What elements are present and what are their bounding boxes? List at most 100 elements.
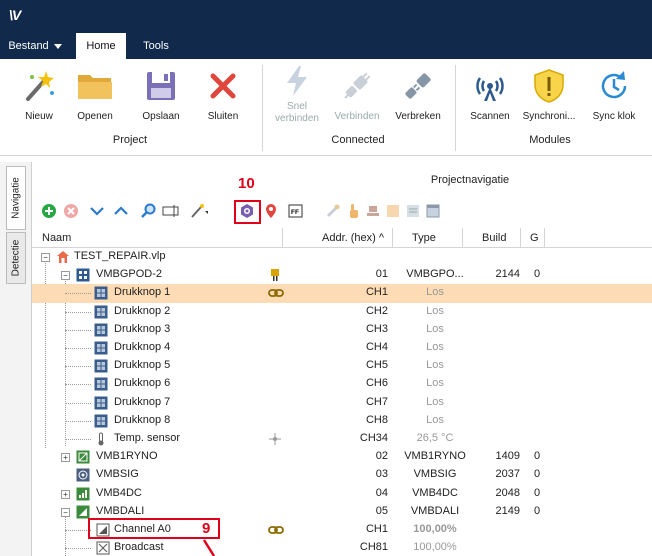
tree-row-module[interactable]: VMBSIG 03 VMBSIG 2037 0 [32,466,652,484]
tree-row-channel[interactable]: Drukknop 6 CH6 Los [32,375,652,393]
save-button[interactable]: Opslaan [138,67,184,123]
tree-line [65,329,91,331]
row-type: VMB4DC [412,486,458,499]
tab-navigatie[interactable]: Navigatie [6,166,26,230]
save-label: Opslaan [142,111,180,122]
row-name: Broadcast [114,541,164,554]
tree-row-channel[interactable]: Broadcast CH81 100,00% [32,539,652,556]
antenna-icon [471,67,509,105]
row-g: 0 [534,268,541,281]
menu-bestand-label: Bestand [8,40,49,52]
tab-home[interactable]: Home [76,33,126,59]
add-icon[interactable] [40,202,58,220]
tab-detectie-label: Detectie [10,239,22,277]
rename-icon[interactable] [162,202,180,220]
document-list-icon[interactable] [404,202,422,220]
new-button[interactable]: Nieuw [16,67,62,123]
tab-detectie[interactable]: Detectie [6,232,26,284]
column-g[interactable]: G [530,232,539,244]
side-tab-strip: Navigatie Detectie [0,162,32,556]
tree-line [65,311,91,313]
row-build: 2149 [495,504,520,517]
stamp-icon[interactable] [364,202,382,220]
quick-connect-button[interactable]: Snel verbinden [270,63,324,125]
expand-icon[interactable]: + [61,489,70,499]
house-icon [56,250,70,264]
tree-row-channel[interactable]: Drukknop 7 CH7 Los [32,394,652,412]
scan-button[interactable]: Scannen [466,67,514,123]
project-navigation-panel: Projectnavigatie 10 FF Naam Addr. (hex) … [32,162,652,556]
tree-row-project[interactable]: − TEST_REPAIR.vlp [32,248,652,266]
collapse-icon[interactable]: − [61,271,70,281]
row-g: 0 [534,450,541,463]
tree-row-channel[interactable]: Drukknop 4 CH4 Los [32,339,652,357]
row-name: VMB4DC [96,486,142,499]
hand-point-icon[interactable] [344,202,362,220]
column-separator [462,228,463,248]
connect-button[interactable]: Verbinden [330,67,384,123]
svg-text:FF: FF [291,209,299,216]
sync-clock-button[interactable]: Sync klok [586,67,642,123]
tree-row-channel[interactable]: Drukknop 8 CH8 Los [32,412,652,430]
callout-number-9: 9 [202,520,211,537]
tab-tools[interactable]: Tools [134,33,178,59]
broadcast-icon [96,541,110,555]
tab-navigatie-label: Navigatie [10,177,22,219]
column-naam[interactable]: Naam [42,232,71,244]
brush-icon[interactable] [324,202,342,220]
collapse-icon[interactable]: − [41,253,50,262]
plug-disconnect-icon [399,67,437,105]
floppy-disk-icon [142,67,180,105]
column-build[interactable]: Build [482,232,506,244]
link-icon [268,286,284,300]
close-label: Sluiten [207,111,239,122]
expand-icon[interactable]: + [61,453,70,463]
collapse-icon[interactable]: − [61,507,70,517]
group-project-label: Project [112,134,148,146]
tree-row-module[interactable]: + VMB4DC 04 VMB4DC 2048 0 [32,485,652,503]
row-type: 100,00% [413,541,457,554]
column-addr[interactable]: Addr. (hex) ^ [322,232,384,244]
search-icon[interactable] [140,202,158,220]
remove-icon[interactable] [62,202,80,220]
close-button[interactable]: Sluiten [200,67,246,123]
tree-row-channel[interactable]: Drukknop 5 CH5 Los [32,357,652,375]
lightning-icon [278,63,316,99]
location-pin-icon[interactable] [262,202,280,220]
flag-icon [268,268,282,282]
tree-row-channel[interactable]: Temp. sensor CH34 26,5 °C [32,430,652,448]
row-type: Los [426,359,444,372]
row-type: Los [426,395,444,408]
row-g: 0 [534,504,541,517]
callout-box-10 [234,200,261,224]
row-build: 2144 [495,268,520,281]
row-build: 2037 [495,468,520,481]
window-icon[interactable] [424,202,442,220]
ribbon-separator [262,65,263,151]
tree-row-channel[interactable]: Drukknop 3 CH3 Los [32,321,652,339]
tree-line [65,402,91,404]
tree-row-module[interactable]: − VMBGPOD-2 01 VMBGPO... 2144 0 [32,266,652,284]
wand-dropdown-icon[interactable] [190,202,208,220]
row-name: VMBSIG [96,468,139,481]
menu-bestand[interactable]: Bestand [0,33,70,59]
row-type: 100,00% [413,523,457,535]
move-down-icon[interactable] [88,202,106,220]
tree-row-module[interactable]: + VMB1RYNO 02 VMB1RYNO 1409 0 [32,448,652,466]
move-up-icon[interactable] [112,202,130,220]
row-addr: CH34 [359,432,388,444]
disconnect-button[interactable]: Verbreken [390,67,446,123]
row-name: Drukknop 8 [114,413,171,426]
new-label: Nieuw [25,111,53,122]
ff-dropdown-icon[interactable]: FF [288,202,306,220]
column-type[interactable]: Type [412,232,436,244]
dali-module-icon [76,505,90,519]
column-separator [392,228,393,248]
tree-row-channel[interactable]: Drukknop 2 CH2 Los [32,303,652,321]
quick-connect-label-2: verbinden [275,113,319,124]
synchronize-button[interactable]: Synchroni... [518,67,580,123]
note-icon[interactable] [384,202,402,220]
thermometer-icon [96,432,110,446]
open-button[interactable]: Openen [72,67,118,123]
tree-row-channel[interactable]: Drukknop 1 CH1 Los [32,284,652,303]
